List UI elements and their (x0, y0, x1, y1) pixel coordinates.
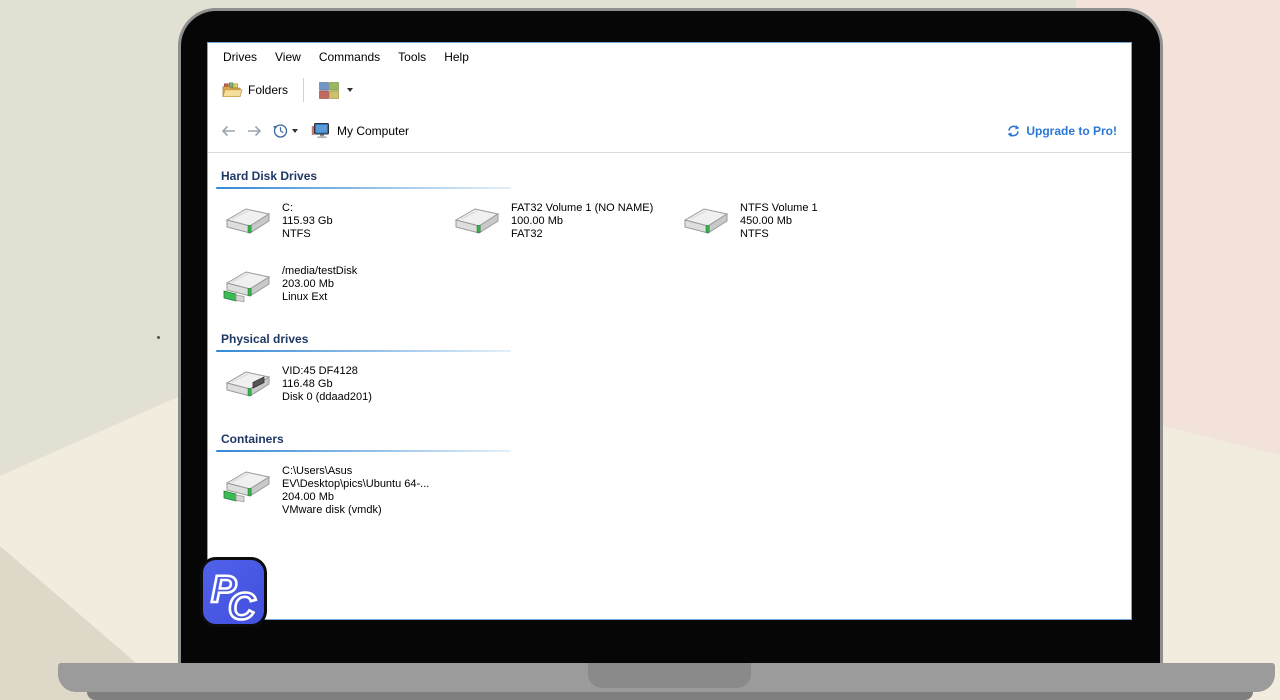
laptop-base (58, 663, 1275, 692)
svg-text:C: C (228, 586, 256, 624)
laptop-base-edge (87, 692, 1253, 700)
menu-tools[interactable]: Tools (389, 47, 435, 67)
history-dropdown-icon (292, 128, 298, 133)
page: { "app": { "menu": ["Drives", "View", "C… (0, 0, 1280, 700)
drive-line: 204.00 Mb (282, 491, 334, 503)
mounted-disk-icon (223, 264, 273, 304)
section-title: Physical drives (221, 332, 309, 346)
pc-logo-icon: P C (210, 568, 258, 624)
drive-line: FAT32 Volume 1 (NO NAME) (511, 202, 654, 214)
upgrade-label: Upgrade to Pro! (1026, 123, 1117, 138)
drive-line: NTFS Volume 1 (740, 202, 818, 214)
drive-details: FAT32 Volume 1 (NO NAME) 100.00 Mb FAT32 (511, 199, 653, 262)
menu-help[interactable]: Help (435, 47, 478, 67)
drive-line: 450.00 Mb (740, 215, 792, 227)
physical-disk-icon (223, 364, 273, 404)
drive-line: 116.48 Gb (282, 378, 333, 390)
laptop-notch (588, 663, 751, 688)
drive-sections: Hard Disk Drives C: 115.93 Gb NTFS FAT32 Vol… (208, 153, 1131, 525)
view-options-dropdown-icon (347, 88, 354, 92)
breadcrumb[interactable]: My Computer (311, 122, 409, 139)
drive-item[interactable]: NTFS Volume 1 450.00 Mb NTFS (674, 199, 903, 262)
section-title: Hard Disk Drives (221, 169, 318, 183)
drive-item[interactable]: VID:45 DF4128 116.48 Gb Disk 0 (ddaad201) (216, 362, 445, 425)
history-button[interactable] (272, 122, 298, 139)
drive-line: 203.00 Mb (282, 278, 334, 290)
section-hard-disk-drives: Hard Disk Drives C: 115.93 Gb NTFS FAT32 Vol… (216, 169, 1131, 325)
drive-line: NTFS (282, 228, 311, 240)
menu-view[interactable]: View (266, 47, 310, 67)
drive-details: NTFS Volume 1 450.00 Mb NTFS (740, 199, 818, 262)
section-underline (216, 187, 511, 189)
drive-details: /media/testDisk 203.00 Mb Linux Ext (282, 262, 357, 325)
drive-line: NTFS (740, 228, 769, 240)
location-label: My Computer (337, 123, 410, 138)
drive-item[interactable]: /media/testDisk 203.00 Mb Linux Ext (216, 262, 445, 325)
forward-button[interactable] (246, 123, 263, 139)
drive-line: /media/testDisk (282, 265, 358, 277)
forward-arrow-icon (248, 125, 262, 136)
refresh-icon (1007, 124, 1020, 137)
back-arrow-icon (221, 125, 235, 136)
drive-details: C: 115.93 Gb NTFS (282, 199, 333, 262)
toolbar-separator (303, 78, 305, 102)
upgrade-to-pro-link[interactable]: Upgrade to Pro! (1006, 123, 1117, 139)
hard-disk-icon (223, 201, 273, 241)
folders-button[interactable]: Folders (216, 77, 294, 103)
section-items: C:\Users\Asus EV\Desktop\pics\Ubuntu 64-.… (216, 462, 916, 525)
section-items: C: 115.93 Gb NTFS FAT32 Volume 1 (NO NAME) 1… (216, 199, 916, 325)
drive-item[interactable]: FAT32 Volume 1 (NO NAME) 100.00 Mb FAT32 (445, 199, 674, 262)
background-speck (157, 336, 160, 339)
drive-item[interactable]: C: 115.93 Gb NTFS (216, 199, 445, 262)
drive-line: VID:45 DF4128 (282, 365, 358, 377)
toolbar: Folders (208, 71, 1131, 109)
section-containers: Containers C:\Users\Asus EV\Desktop\pics\U… (216, 432, 1131, 525)
drive-details: C:\Users\Asus EV\Desktop\pics\Ubuntu 64-.… (282, 462, 429, 525)
hard-disk-icon (681, 201, 731, 241)
drive-line: FAT32 (511, 228, 543, 240)
section-underline (216, 350, 511, 352)
menu-drives[interactable]: Drives (214, 47, 266, 67)
view-options-icon (319, 81, 339, 99)
drive-line: EV\Desktop\pics\Ubuntu 64-... (282, 478, 430, 490)
mounted-disk-icon (223, 464, 273, 504)
drive-line: C:\Users\Asus (282, 465, 353, 477)
folders-button-label: Folders (248, 83, 289, 97)
navigation-bar: My Computer Upgrade to Pro! (208, 109, 1131, 153)
folders-icon (222, 82, 243, 98)
hard-disk-icon (452, 201, 502, 241)
history-icon (273, 124, 288, 138)
drive-line: Disk 0 (ddaad201) (282, 391, 372, 403)
section-title: Containers (221, 432, 284, 446)
drive-details: VID:45 DF4128 116.48 Gb Disk 0 (ddaad201) (282, 362, 372, 425)
section-items: VID:45 DF4128 116.48 Gb Disk 0 (ddaad201) (216, 362, 916, 425)
drive-line: Linux Ext (282, 291, 328, 303)
drive-line: VMware disk (vmdk) (282, 504, 382, 516)
menu-bar: Drives View Commands Tools Help (208, 43, 1131, 71)
menu-commands[interactable]: Commands (310, 47, 389, 67)
app-window: DrivesViewCommandsToolsHelp Folders (207, 42, 1132, 620)
drive-item[interactable]: C:\Users\Asus EV\Desktop\pics\Ubuntu 64-.… (216, 462, 445, 525)
drive-line: 115.93 Gb (282, 215, 333, 227)
back-button[interactable] (220, 123, 237, 139)
app-logo: P C (200, 557, 267, 627)
drive-line: C: (282, 202, 293, 214)
my-computer-icon (311, 123, 329, 139)
drive-line: 100.00 Mb (511, 215, 563, 227)
section-physical-drives: Physical drives VID:45 DF4128 116.48 Gb Dis… (216, 332, 1131, 425)
view-options-button[interactable] (313, 78, 359, 103)
section-underline (216, 450, 511, 452)
